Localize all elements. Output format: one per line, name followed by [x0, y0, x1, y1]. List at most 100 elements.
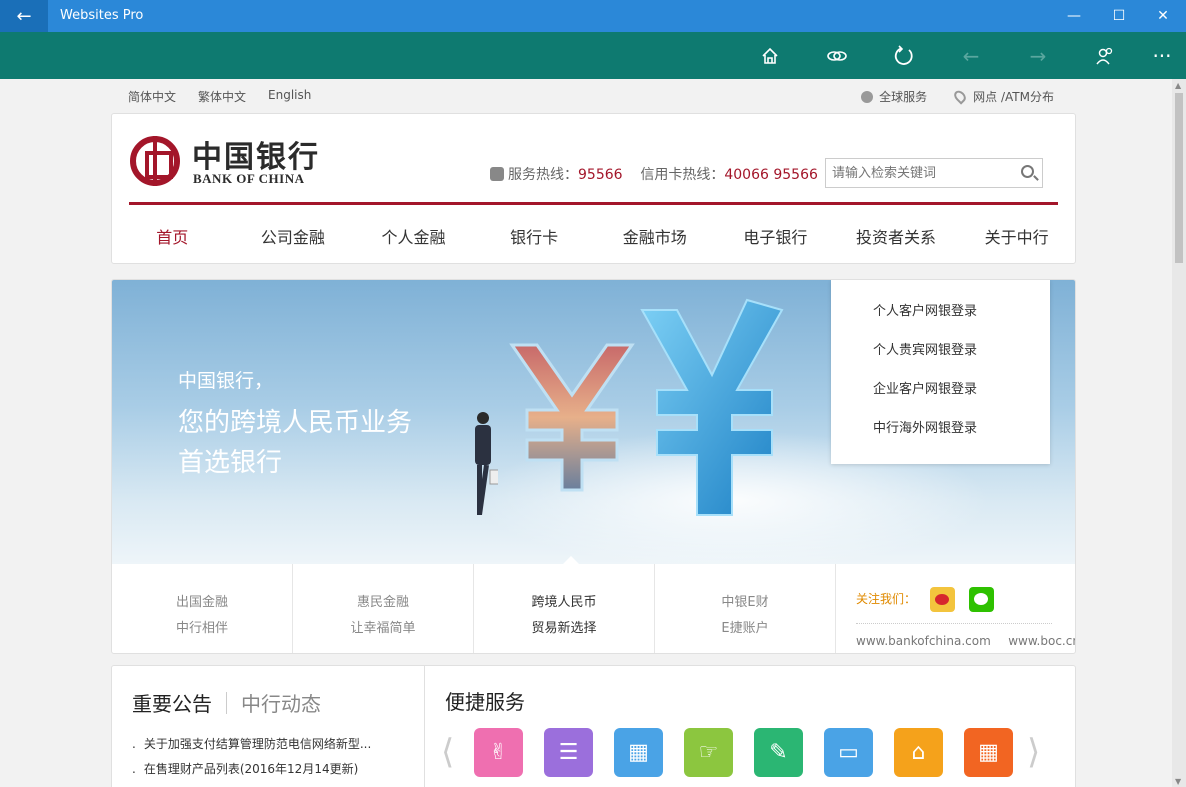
global-service-link[interactable]: 全球服务	[861, 88, 927, 105]
chevron-left-icon: ⟨	[441, 732, 455, 772]
minimize-icon: —	[1067, 8, 1081, 24]
wechat-icon[interactable]	[969, 587, 995, 612]
scrollbar-thumb[interactable]	[1175, 93, 1183, 263]
header-divider	[129, 202, 1058, 205]
banner-indicator	[563, 556, 579, 564]
globe-icon	[861, 91, 874, 103]
title-bar: ← Websites Pro — ☐ ✕	[0, 0, 1186, 32]
nav-cards[interactable]: 银行卡	[474, 224, 595, 248]
services-card: 便捷服务 ⟨ ✌ ☰ ▦ ☞ ✎ ▭ ⌂ ▦ ⟩	[424, 665, 1076, 787]
minimize-button[interactable]: —	[1051, 0, 1097, 32]
go-forward-button[interactable]: →	[1016, 32, 1060, 79]
service-building[interactable]: ▦	[614, 728, 663, 777]
hotline-number: 95566	[578, 167, 623, 183]
more-button[interactable]: ···	[1140, 32, 1184, 79]
search-input[interactable]	[826, 159, 1006, 187]
boc-logo-icon[interactable]	[130, 136, 180, 186]
service-card[interactable]: ▭	[824, 728, 873, 777]
quick-link-label: 跨境人民币	[531, 595, 597, 610]
quick-link-efinance[interactable]: 中银E财 E捷账户	[655, 564, 836, 653]
refresh-button[interactable]	[882, 32, 926, 79]
chart-icon: ▦	[978, 740, 999, 765]
login-corporate[interactable]: 企业客户网银登录	[873, 378, 977, 397]
lang-traditional[interactable]: 繁体中文	[198, 88, 246, 105]
banner-line3: 首选银行	[178, 448, 283, 478]
service-home[interactable]: ⌂	[894, 728, 943, 777]
tab-news[interactable]: 中行动态	[241, 692, 321, 716]
nav-home[interactable]: 首页	[112, 224, 233, 248]
language-switcher: 简体中文 繁体中文 English	[128, 88, 311, 105]
follow-us: 关注我们： www.bankofchina.com www.boc.cn	[836, 564, 1075, 653]
site-url-2[interactable]: www.boc.cn	[1008, 634, 1075, 648]
login-personal[interactable]: 个人客户网银登录	[873, 300, 977, 319]
wealth-icon: ✌	[489, 740, 508, 765]
location-pin-icon	[952, 88, 969, 105]
link-icon	[827, 50, 847, 61]
back-button[interactable]: ←	[0, 0, 48, 32]
maximize-icon: ☐	[1112, 8, 1126, 24]
nav-investor[interactable]: 投资者关系	[836, 224, 957, 248]
page-viewport: 简体中文 繁体中文 English 全球服务 网点 /ATM分布 中国银行 BA…	[0, 79, 1172, 787]
logo-text-cn[interactable]: 中国银行	[192, 132, 320, 176]
phone-icon	[490, 167, 504, 181]
nav-about[interactable]: 关于中行	[956, 224, 1077, 248]
hero-banner[interactable]: 中国银行， 您的跨境人民币业务 首选银行 个人客户网银登录 个人贵宾网银登录 企…	[112, 280, 1075, 564]
list-item[interactable]: 在售理财产品列表(2016年12月14更新)	[132, 757, 371, 782]
banner-line2: 您的跨境人民币业务	[178, 408, 413, 438]
close-button[interactable]: ✕	[1140, 0, 1186, 32]
quick-link-sublabel: E捷账户	[721, 621, 769, 636]
tab-announcements[interactable]: 重要公告	[132, 692, 212, 716]
banner-line1: 中国银行，	[178, 370, 274, 392]
logo-text-en[interactable]: BANK OF CHINA	[193, 171, 304, 187]
hand-icon: ☞	[698, 740, 719, 765]
list-item[interactable]: 关于加强支付结算管理防范电信网络新型...	[132, 732, 371, 757]
news-tabs: 重要公告 中行动态	[132, 688, 321, 717]
service-chart[interactable]: ▦	[964, 728, 1013, 777]
users-icon	[1096, 47, 1113, 64]
service-hand[interactable]: ☞	[684, 728, 733, 777]
refresh-icon	[894, 44, 913, 65]
weibo-icon[interactable]	[930, 587, 956, 612]
go-back-button[interactable]: ←	[949, 32, 993, 79]
window-title: Websites Pro	[60, 8, 144, 23]
hotline-label: 服务热线：	[508, 167, 578, 183]
nav-ebanking[interactable]: 电子银行	[715, 224, 836, 248]
scroll-down-icon[interactable]: ▼	[1175, 777, 1183, 786]
user-agent-button[interactable]	[1083, 32, 1127, 79]
services-next-button[interactable]: ⟩	[1027, 732, 1040, 772]
service-wealth[interactable]: ✌	[474, 728, 523, 777]
quick-link-label: 出国金融	[175, 595, 228, 610]
nav-personal[interactable]: 个人金融	[353, 224, 474, 248]
home-button[interactable]	[748, 32, 792, 79]
nav-corporate[interactable]: 公司金融	[233, 224, 354, 248]
search-icon[interactable]	[1021, 165, 1034, 178]
quick-links: 出国金融 中行相伴 惠民金融 让幸福简单 跨境人民币 贸易新选择 中银E财 E捷…	[112, 564, 1075, 653]
document-icon: ☰	[558, 740, 579, 765]
site-url-1[interactable]: www.bankofchina.com	[856, 634, 991, 648]
quick-link-sublabel: 贸易新选择	[531, 621, 597, 636]
quick-link-overseas[interactable]: 出国金融 中行相伴	[112, 564, 293, 653]
login-overseas[interactable]: 中行海外网银登录	[873, 417, 977, 436]
atm-link[interactable]: 网点 /ATM分布	[952, 88, 1054, 105]
site-urls: www.bankofchina.com www.boc.cn	[856, 628, 1075, 653]
news-list: 关于加强支付结算管理防范电信网络新型... 在售理财产品列表(2016年12月1…	[132, 732, 371, 782]
service-form[interactable]: ✎	[754, 728, 803, 777]
businessman-figure	[475, 412, 498, 515]
search-box	[825, 158, 1043, 188]
nav-markets[interactable]: 金融市场	[595, 224, 716, 248]
services-prev-button[interactable]: ⟨	[441, 732, 454, 772]
service-document[interactable]: ☰	[544, 728, 593, 777]
vertical-scrollbar[interactable]: ▲ ▼	[1172, 79, 1186, 787]
announcements-card: 重要公告 中行动态 关于加强支付结算管理防范电信网络新型... 在售理财产品列表(…	[111, 665, 425, 787]
link-button[interactable]	[815, 32, 859, 79]
lang-simplified[interactable]: 简体中文	[128, 88, 176, 105]
quick-link-rmb[interactable]: 跨境人民币 贸易新选择	[474, 564, 655, 653]
login-vip[interactable]: 个人贵宾网银登录	[873, 339, 977, 358]
quick-link-inclusive[interactable]: 惠民金融 让幸福简单	[293, 564, 474, 653]
maximize-button[interactable]: ☐	[1096, 0, 1142, 32]
lang-english[interactable]: English	[268, 88, 311, 105]
quick-link-label: 中银E财	[721, 595, 769, 610]
building-icon: ▦	[628, 740, 649, 765]
yuan-sign-large-icon	[640, 298, 784, 516]
scroll-up-icon[interactable]: ▲	[1175, 81, 1183, 90]
